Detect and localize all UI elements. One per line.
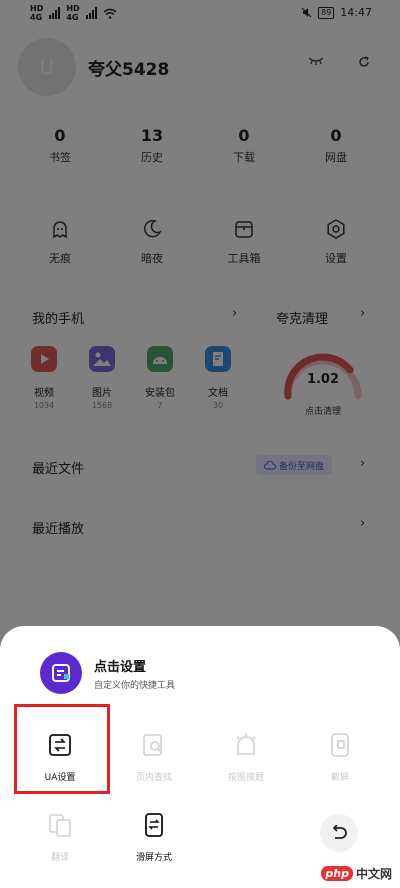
- sheet-item-label: 按图搜题: [227, 773, 264, 783]
- translate-icon: [49, 814, 71, 837]
- swipe-mode-icon: [145, 813, 163, 837]
- watermark-text: 中文网: [355, 867, 392, 881]
- sheet-header: 点击设置 自定义你的快捷工具: [40, 652, 175, 694]
- quick-tools-sheet: 点击设置 自定义你的快捷工具 UA设置 页内查找 按图搜题 截屏 翻译 滑屏方式…: [0, 626, 400, 888]
- watermark-logo: php: [321, 866, 353, 881]
- watermark: php 中文网: [321, 865, 392, 882]
- ua-swap-icon: [49, 734, 71, 756]
- undo-icon: [332, 825, 347, 839]
- photo-search-icon: [236, 733, 256, 755]
- find-in-page-icon: [143, 734, 163, 756]
- sheet-item-screenshot[interactable]: 截屏: [300, 732, 380, 783]
- undo-button[interactable]: [320, 814, 358, 852]
- sheet-item-label: UA设置: [44, 773, 76, 783]
- sheet-subtitle: 自定义你的快捷工具: [94, 680, 176, 691]
- sheet-item-label: 页内查找: [135, 773, 172, 783]
- quick-tool-icon: [52, 664, 70, 682]
- sheet-item-find-in-page[interactable]: 页内查找: [114, 732, 194, 783]
- sheet-item-ua-setting[interactable]: UA设置: [20, 732, 100, 783]
- screenshot-icon: [331, 733, 349, 757]
- sheet-logo: [40, 652, 82, 694]
- sheet-titles: 点击设置 自定义你的快捷工具: [94, 656, 175, 691]
- sheet-item-swipe-mode[interactable]: 滑屏方式: [114, 812, 194, 863]
- sheet-item-label: 滑屏方式: [135, 853, 172, 863]
- sheet-title: 点击设置: [94, 659, 147, 675]
- sheet-item-label: 截屏: [330, 773, 349, 783]
- sheet-item-translate[interactable]: 翻译: [20, 812, 100, 863]
- sheet-item-photo-search[interactable]: 按图搜题: [206, 732, 286, 783]
- sheet-item-label: 翻译: [50, 853, 69, 863]
